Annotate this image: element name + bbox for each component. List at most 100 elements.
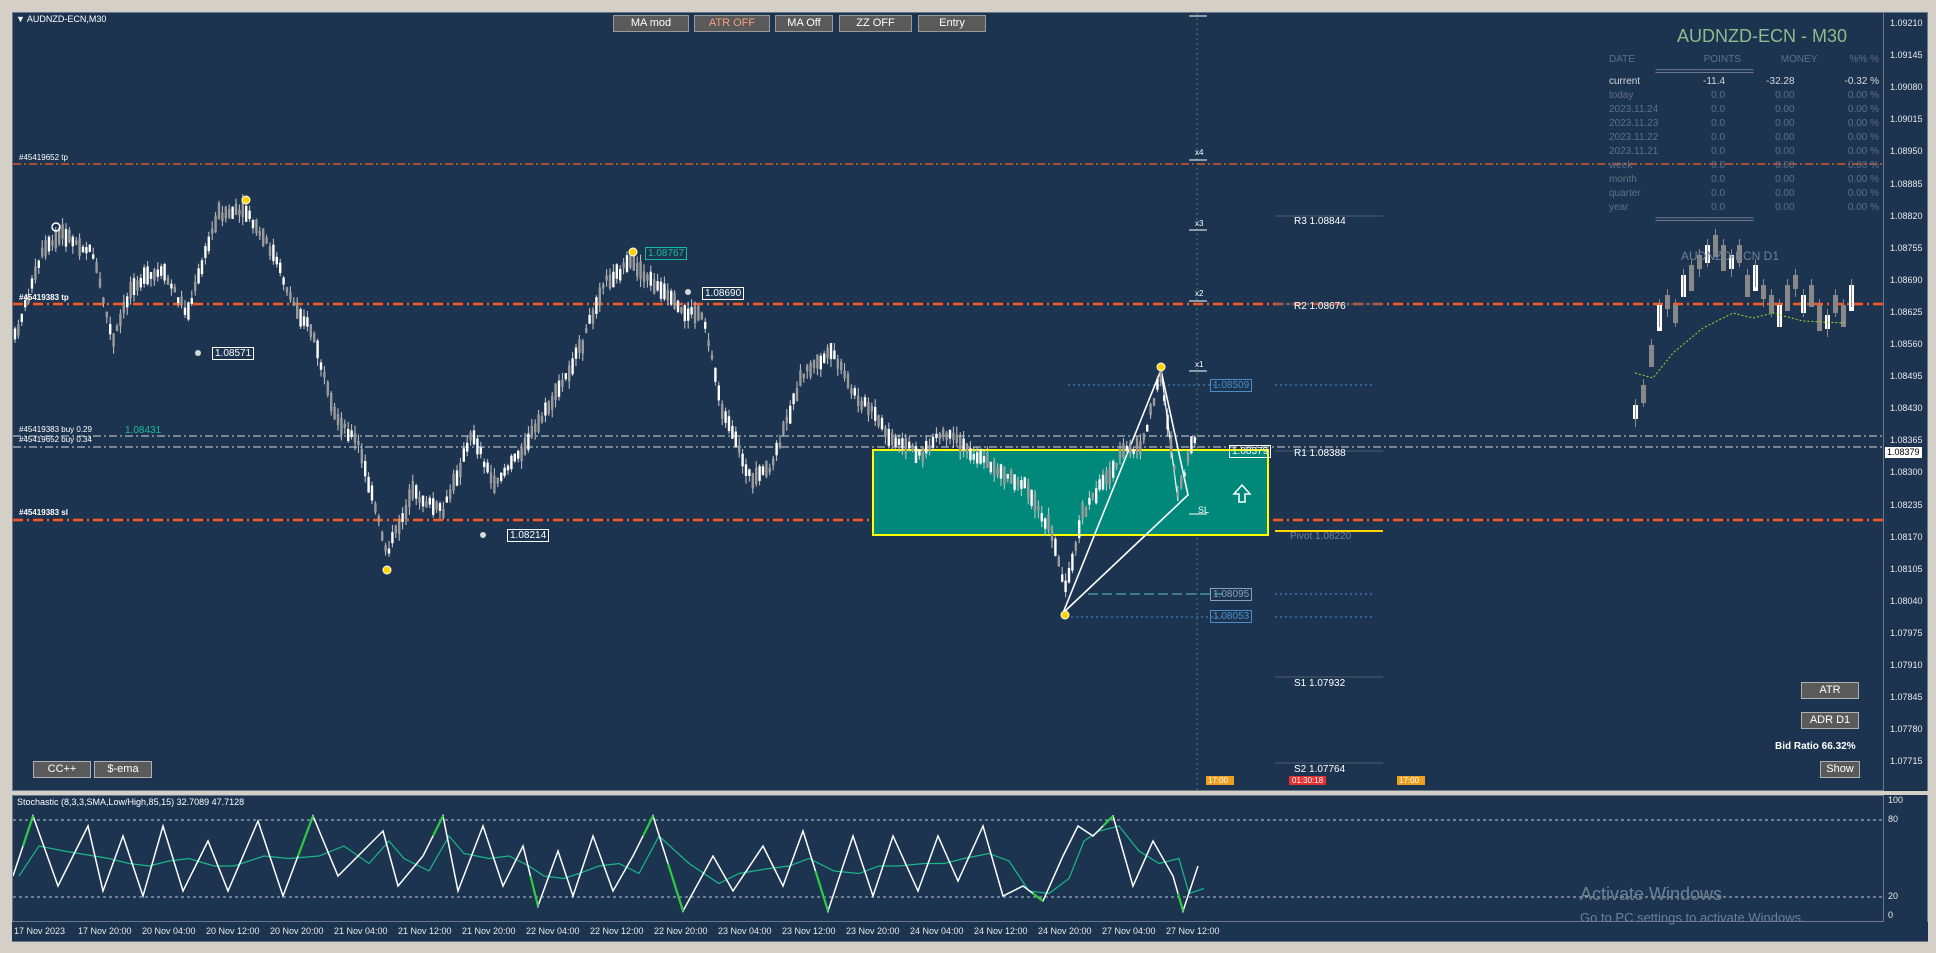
stats-cell-money: 0.00: [1775, 188, 1795, 199]
account-stats-panel: DATE POINTS MONEY %% % =================…: [1609, 53, 1879, 223]
price-label: 1.08379: [1229, 445, 1272, 458]
stats-cell-pct: 0.00 %: [1847, 174, 1879, 185]
time-axis[interactable]: 17 Nov 2023 17 Nov 20:00 20 Nov 04:00 20 No…: [12, 922, 1928, 942]
stats-row: 2023.11.24 0.0 0.00 0.00 %: [1609, 103, 1879, 117]
r3-label: R3 1.08844: [1294, 216, 1346, 227]
x2-label: x2: [1195, 289, 1204, 298]
price-axis-label: 1.09210: [1890, 18, 1923, 28]
stats-cell-pct: 0.00 %: [1847, 104, 1879, 115]
price-axis-label: 1.07975: [1890, 627, 1923, 638]
stats-row: month 0.0 0.00 0.00 %: [1609, 173, 1879, 187]
activation-watermark-subtitle: Go to PC settings to activate Windows.: [1580, 910, 1805, 925]
price-label: 1.08214: [507, 529, 550, 542]
price-axis-label: 1.07910: [1890, 660, 1923, 670]
stats-separator: =======================: [1655, 67, 1754, 75]
time-axis-label: 22 Nov 04:00: [526, 926, 580, 936]
stats-cell-pct: 0.00 %: [1847, 160, 1879, 171]
main-chart-canvas: [13, 13, 1883, 790]
stats-cell-points: 0.0: [1711, 160, 1726, 171]
stats-cell-points: 0.0: [1711, 174, 1726, 185]
price-label: 1.08690: [702, 287, 745, 300]
price-axis-label: 1.08820: [1890, 210, 1923, 221]
stochastic-main-line: [13, 813, 1199, 914]
price-axis[interactable]: 1.09210 1.09145 1.09080 1.09015 1.08950 1.088…: [1884, 12, 1928, 791]
stats-cell-points: 0.0: [1711, 202, 1726, 213]
x4-label: x4: [1195, 148, 1204, 157]
tp-label: #45419652 tp: [19, 153, 68, 162]
price-axis-label: 1.08300: [1890, 467, 1923, 478]
time-axis-label: 17 Nov 2023: [14, 926, 66, 936]
time-badge: 17:00: [1206, 776, 1235, 785]
price-candles: [13, 194, 1196, 598]
stats-header-cell: %% %: [1817, 53, 1879, 67]
ma-mod-button[interactable]: MA mod: [613, 15, 689, 32]
stats-table: DATE POINTS MONEY %% %: [1609, 53, 1879, 67]
stats-cell-label: month: [1609, 174, 1637, 185]
stats-cell-pct: 0.00 %: [1847, 90, 1879, 101]
stats-row: 2023.11.21 0.0 0.00 0.00 %: [1609, 145, 1879, 159]
stats-cell-label: 2023.11.23: [1609, 118, 1659, 129]
time-axis-label: 23 Nov 12:00: [782, 926, 836, 936]
r1-label: R1 1.08388: [1294, 448, 1346, 459]
osc-axis-label: 100: [1888, 795, 1904, 805]
time-axis-label: 27 Nov 12:00: [1166, 926, 1220, 936]
price-label: 1.08053: [1210, 610, 1253, 623]
stats-cell-points: 0.0: [1711, 146, 1726, 157]
bid-ratio: Bid Ratio 66.32%: [1775, 741, 1856, 752]
time-axis-label: 20 Nov 12:00: [206, 926, 260, 936]
stats-row: week 0.0 0.00 0.00 %: [1609, 159, 1879, 173]
time-axis-label: 21 Nov 20:00: [462, 926, 516, 936]
time-axis-label: 22 Nov 20:00: [654, 926, 708, 936]
time-axis-label: 21 Nov 12:00: [398, 926, 452, 936]
price-axis-label: 1.08690: [1890, 274, 1923, 285]
price-axis-label: 1.08365: [1890, 435, 1923, 446]
current-price-tag: 1.08379: [1885, 447, 1922, 458]
price-axis-label: 1.08885: [1890, 178, 1923, 189]
stats-cell-points: 0.0: [1711, 118, 1726, 129]
entry-button[interactable]: Entry: [918, 15, 986, 32]
stats-cell-money: 0.00: [1775, 118, 1795, 129]
price-axis-label: 1.08755: [1890, 242, 1923, 253]
stats-cell-money: -32.28: [1766, 76, 1795, 87]
stats-cell-money: 0.00: [1775, 146, 1795, 157]
price-axis-label: 1.07715: [1890, 756, 1923, 767]
stats-cell-label: year: [1609, 202, 1629, 213]
stats-cell-money: 0.00: [1775, 174, 1795, 185]
atr-off-button[interactable]: ATR OFF: [694, 15, 770, 32]
atr-button[interactable]: ATR: [1801, 682, 1859, 699]
stats-row: quarter 0.0 0.00 0.00 %: [1609, 187, 1879, 201]
time-axis-label: 24 Nov 20:00: [1038, 926, 1092, 936]
stats-cell-label: 2023.11.24: [1609, 104, 1659, 115]
main-chart[interactable]: ▼ AUDNZD-ECN,M30 MA mod ATR OFF MA Off Z…: [12, 12, 1884, 791]
price-axis-label: 1.07845: [1890, 692, 1923, 703]
stats-cell-pct: 0.00 %: [1847, 146, 1879, 157]
show-button[interactable]: Show: [1820, 761, 1860, 778]
time-axis-label: 20 Nov 04:00: [142, 926, 196, 936]
price-axis-label: 1.08040: [1890, 595, 1923, 606]
chart-title: ▼ AUDNZD-ECN,M30: [16, 14, 107, 24]
stats-row: today 0.0 0.00 0.00 %: [1609, 89, 1879, 103]
stats-cell-points: 0.0: [1711, 104, 1726, 115]
stats-separator: =======================: [1655, 215, 1754, 223]
swing-high-marker: [1156, 362, 1166, 372]
chart-title-text: AUDNZD-ECN,M30: [26, 14, 107, 24]
adr-d1-button[interactable]: ADR D1: [1801, 712, 1859, 729]
zz-off-button[interactable]: ZZ OFF: [839, 15, 912, 32]
price-label: 1.08767: [645, 247, 688, 260]
sl-label: #45419383 sl: [19, 508, 68, 517]
price-label: 1.08509: [1210, 379, 1253, 392]
stats-row: 2023.11.23 0.0 0.00 0.00 %: [1609, 117, 1879, 131]
cc-button[interactable]: CC++: [33, 761, 91, 778]
ema-button[interactable]: $-ema: [94, 761, 152, 778]
stats-cell-money: 0.00: [1775, 132, 1795, 143]
stats-cell-money: 0.00: [1775, 202, 1795, 213]
stats-row: current -11.4 -32.28 -0.32 %: [1609, 75, 1879, 89]
stats-cell-label: 2023.11.21: [1609, 146, 1659, 157]
stats-row: year 0.0 0.00 0.00 %: [1609, 201, 1879, 215]
time-axis-label: 23 Nov 04:00: [718, 926, 772, 936]
symbol-header: AUDNZD-ECN - M30: [1677, 26, 1848, 46]
time-axis-label: 24 Nov 12:00: [974, 926, 1028, 936]
stats-cell-pct: 0.00 %: [1847, 132, 1879, 143]
ma-off-button[interactable]: MA Off: [775, 15, 833, 32]
pivot-label: Pivot 1.08220: [1290, 531, 1352, 542]
